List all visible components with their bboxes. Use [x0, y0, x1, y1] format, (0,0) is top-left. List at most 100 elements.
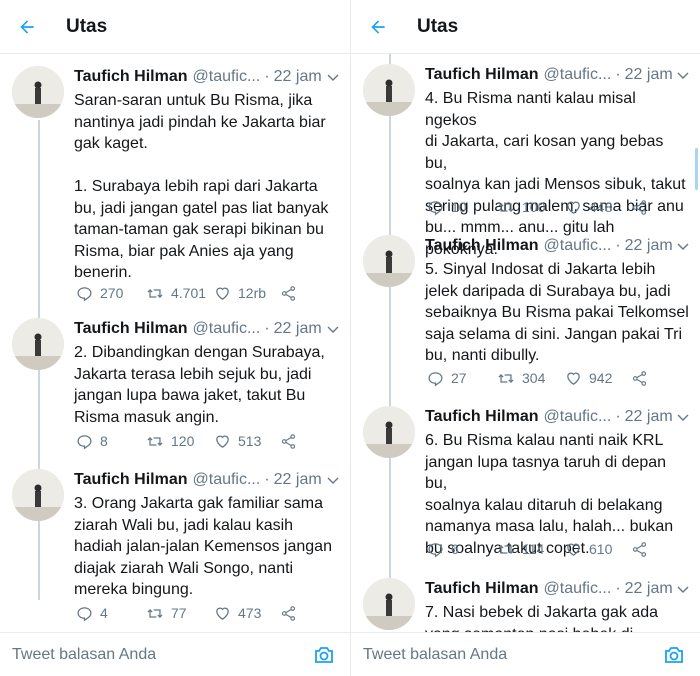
page-title: Utas	[66, 15, 108, 37]
back-button[interactable]	[0, 0, 54, 54]
retweet-button[interactable]: 120	[146, 433, 194, 450]
avatar[interactable]	[12, 469, 64, 521]
author-name[interactable]: Taufich Hilman	[74, 320, 188, 338]
reply-button[interactable]: 10	[427, 199, 467, 216]
scrollbar[interactable]	[695, 148, 698, 190]
like-count: 610	[589, 541, 613, 557]
reply-button[interactable]: 270	[76, 285, 123, 302]
chevron-down-icon[interactable]	[676, 239, 690, 253]
thread-line	[389, 54, 391, 614]
share-icon	[281, 433, 296, 449]
retweet-count: 77	[171, 605, 187, 621]
retweet-icon	[147, 288, 163, 298]
retweet-count: 304	[522, 370, 546, 386]
back-arrow-icon	[20, 19, 34, 34]
chevron-down-icon[interactable]	[676, 68, 690, 82]
thread-panel-left: Utas Taufich Hilman @taufic... · 22 jam …	[0, 0, 350, 676]
author-handle: @taufic...	[192, 320, 261, 337]
camera-icon[interactable]	[662, 643, 686, 667]
author-handle: @taufic...	[543, 237, 612, 254]
separator-dot: ·	[615, 66, 621, 83]
like-icon	[567, 201, 580, 214]
reply-count: 27	[451, 370, 467, 386]
like-count: 12rb	[238, 285, 267, 301]
camera-icon[interactable]	[312, 643, 336, 667]
timestamp: 22 jam	[273, 471, 322, 488]
share-icon	[632, 370, 647, 386]
reply-icon	[77, 606, 92, 621]
retweet-count: 100	[522, 199, 546, 215]
reply-button[interactable]: 27	[427, 370, 467, 387]
reply-count: 270	[100, 285, 124, 301]
reply-icon	[428, 542, 443, 557]
separator-dot: ·	[264, 68, 270, 85]
share-button[interactable]	[280, 285, 297, 302]
avatar[interactable]	[363, 235, 415, 287]
separator-dot: ·	[264, 320, 270, 337]
back-arrow-icon	[371, 19, 385, 34]
timestamp: 22 jam	[273, 68, 322, 85]
like-icon	[216, 607, 229, 620]
chevron-down-icon[interactable]	[676, 582, 690, 596]
avatar[interactable]	[12, 66, 64, 118]
avatar[interactable]	[363, 578, 415, 630]
share-button[interactable]	[631, 541, 648, 558]
share-button[interactable]	[631, 370, 648, 387]
chevron-down-icon[interactable]	[326, 473, 340, 487]
like-count: 448	[589, 199, 613, 215]
retweet-icon	[147, 608, 163, 618]
tweet-text: 2. Dibandingkan dengan Surabaya, Jakarta…	[74, 344, 325, 426]
separator-dot: ·	[615, 580, 621, 597]
reply-input[interactable]: Tweet balasan Anda	[12, 646, 312, 664]
author-name[interactable]: Taufich Hilman	[425, 66, 539, 84]
like-button[interactable]: 942	[565, 370, 612, 387]
retweet-button[interactable]: 100	[497, 199, 545, 216]
author-handle: @taufic...	[543, 66, 612, 83]
avatar[interactable]	[363, 64, 415, 116]
page-title: Utas	[417, 15, 459, 37]
author-name[interactable]: Taufich Hilman	[74, 471, 188, 489]
author-name[interactable]: Taufich Hilman	[425, 408, 539, 426]
share-button[interactable]	[280, 605, 297, 622]
avatar[interactable]	[363, 406, 415, 458]
chevron-down-icon[interactable]	[326, 322, 340, 336]
reply-input[interactable]: Tweet balasan Anda	[363, 646, 662, 664]
chevron-down-icon[interactable]	[326, 70, 340, 84]
header: Utas	[0, 0, 350, 54]
share-icon	[632, 199, 647, 215]
retweet-button[interactable]: 114	[497, 541, 544, 558]
reply-composer: Tweet balasan Anda	[351, 632, 700, 676]
retweet-icon	[498, 544, 514, 554]
retweet-count: 4.701	[171, 285, 207, 301]
header: Utas	[351, 0, 700, 54]
like-button[interactable]: 513	[214, 433, 261, 450]
reply-button[interactable]: 4	[76, 605, 108, 622]
like-button[interactable]: 473	[214, 605, 261, 622]
back-button[interactable]	[351, 0, 405, 54]
reply-count: 10	[451, 199, 467, 215]
reply-button[interactable]: 6	[427, 541, 459, 558]
avatar[interactable]	[12, 318, 64, 370]
author-name[interactable]: Taufich Hilman	[425, 580, 539, 598]
reply-composer: Tweet balasan Anda	[0, 632, 350, 676]
timestamp: 22 jam	[624, 66, 673, 83]
timestamp: 22 jam	[624, 408, 673, 425]
chevron-down-icon[interactable]	[676, 410, 690, 424]
author-name[interactable]: Taufich Hilman	[425, 237, 539, 255]
tweet-actions: 27 304 942	[351, 367, 700, 389]
like-button[interactable]: 610	[565, 541, 612, 558]
reply-button[interactable]: 8	[76, 433, 108, 450]
retweet-button[interactable]: 77	[146, 605, 187, 622]
like-icon	[216, 435, 229, 448]
like-icon	[216, 287, 229, 300]
share-button[interactable]	[280, 433, 297, 450]
like-icon	[567, 543, 580, 556]
like-button[interactable]: 448	[565, 199, 612, 216]
timestamp: 22 jam	[624, 580, 673, 597]
retweet-button[interactable]: 304	[497, 370, 545, 387]
author-name[interactable]: Taufich Hilman	[74, 68, 188, 86]
like-button[interactable]: 12rb	[214, 285, 266, 302]
like-count: 942	[589, 370, 613, 386]
share-button[interactable]	[631, 199, 648, 216]
retweet-button[interactable]: 4.701	[146, 285, 206, 302]
